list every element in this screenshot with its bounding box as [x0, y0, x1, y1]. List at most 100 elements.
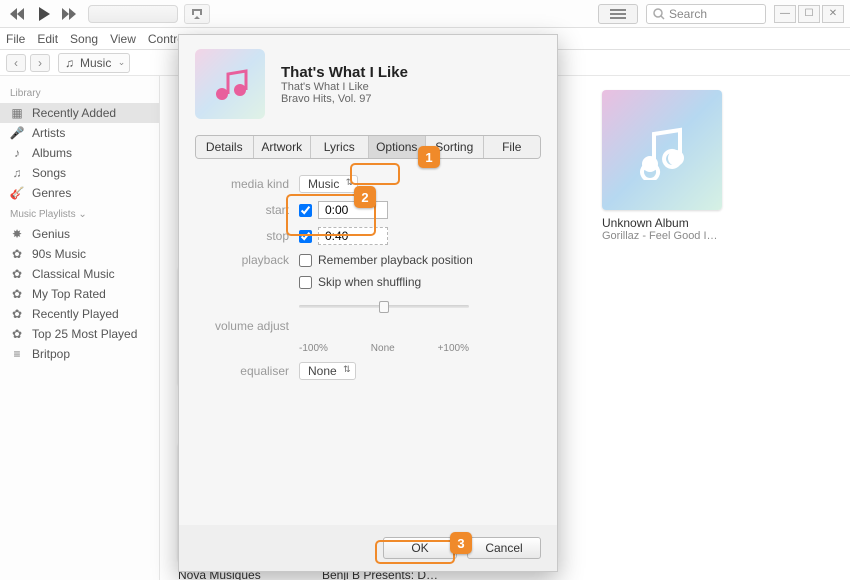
- titlebar: Search — ☐ ✕: [0, 0, 850, 28]
- sidebar: Library ▦ Recently Added 🎤 Artists ♪ Albums…: [0, 76, 160, 580]
- playback-label: playback: [199, 253, 299, 267]
- cancel-button[interactable]: Cancel: [467, 537, 541, 559]
- sidebar-item-label: Albums: [32, 146, 72, 160]
- window-controls: — ☐ ✕: [774, 5, 844, 23]
- sidebar-item-genius[interactable]: ✸ Genius: [0, 224, 159, 244]
- equaliser-value: None: [308, 364, 337, 378]
- note-icon: ♫: [65, 56, 74, 70]
- album-icon: ♪: [10, 146, 24, 160]
- callout-3: 3: [450, 532, 472, 554]
- sidebar-item-recently-played[interactable]: ✿ Recently Played: [0, 304, 159, 324]
- tab-details[interactable]: Details: [196, 136, 254, 158]
- search-input[interactable]: Search: [646, 4, 766, 24]
- stop-label: stop: [199, 229, 299, 243]
- album-card[interactable]: Unknown Album Gorillaz - Feel Good Inc. …: [602, 90, 722, 242]
- sidebar-item-label: Genres: [32, 186, 71, 200]
- back-button[interactable]: ‹: [6, 54, 26, 72]
- minimize-button[interactable]: —: [774, 5, 796, 23]
- callout-1: 1: [418, 146, 440, 168]
- tab-artwork[interactable]: Artwork: [254, 136, 312, 158]
- tab-file[interactable]: File: [484, 136, 541, 158]
- chevron-down-icon: ⌄: [118, 57, 126, 68]
- slider-thumb[interactable]: [379, 301, 389, 313]
- equaliser-select[interactable]: None⇅: [299, 362, 356, 380]
- equaliser-label: equaliser: [199, 364, 299, 378]
- skip-shuffle-label: Skip when shuffling: [318, 275, 421, 289]
- sidebar-library-heading: Library: [0, 82, 159, 103]
- volume-adjust-label: volume adjust: [199, 319, 299, 333]
- menu-file[interactable]: File: [6, 32, 25, 46]
- view-mode-button[interactable]: [598, 4, 638, 24]
- media-type-select[interactable]: ♫ Music ⌄: [58, 53, 130, 73]
- dialog-footer: OK Cancel: [179, 525, 557, 571]
- now-playing-lcd: [88, 5, 178, 23]
- mic-icon: 🎤: [10, 126, 24, 140]
- sidebar-item-classical[interactable]: ✿ Classical Music: [0, 264, 159, 284]
- volume-mid-label: None: [371, 343, 395, 354]
- album-subtitle: Gorillaz - Feel Good Inc. (Offici...: [602, 230, 722, 242]
- media-type-label: Music: [80, 56, 111, 70]
- callout-2: 2: [354, 186, 376, 208]
- prev-button[interactable]: [6, 4, 30, 24]
- sidebar-item-top25[interactable]: ✿ Top 25 Most Played: [0, 324, 159, 344]
- airplay-button[interactable]: [184, 4, 210, 24]
- sidebar-item-artists[interactable]: 🎤 Artists: [0, 123, 159, 143]
- next-button[interactable]: [58, 4, 82, 24]
- dialog-subtitle: That's What I Like: [281, 81, 408, 93]
- volume-slider[interactable]: [299, 297, 469, 321]
- sidebar-item-label: Classical Music: [32, 267, 115, 281]
- sidebar-item-albums[interactable]: ♪ Albums: [0, 143, 159, 163]
- dialog-tabs: Details Artwork Lyrics Options Sorting F…: [195, 135, 541, 159]
- sidebar-item-genres[interactable]: 🎸 Genres: [0, 183, 159, 203]
- sidebar-item-britpop[interactable]: ≡Britpop: [0, 344, 159, 364]
- dialog-album: Bravo Hits, Vol. 97: [281, 93, 408, 105]
- tab-lyrics[interactable]: Lyrics: [311, 136, 369, 158]
- dialog-title: That's What I Like: [281, 64, 408, 81]
- media-kind-label: media kind: [199, 177, 299, 191]
- gear-icon: ✿: [10, 327, 24, 341]
- close-button[interactable]: ✕: [822, 5, 844, 23]
- media-kind-value: Music: [308, 177, 339, 191]
- sidebar-playlists-heading[interactable]: Music Playlists ⌄: [0, 203, 159, 224]
- sidebar-item-songs[interactable]: ♫ Songs: [0, 163, 159, 183]
- sidebar-item-label: Top 25 Most Played: [32, 327, 137, 341]
- sidebar-item-recently-added[interactable]: ▦ Recently Added: [0, 103, 159, 123]
- song-info-dialog: That's What I Like That's What I Like Br…: [178, 34, 558, 572]
- play-button[interactable]: [32, 4, 56, 24]
- chevron-down-icon: ⌄: [78, 209, 86, 220]
- guitar-icon: 🎸: [10, 186, 24, 200]
- forward-button[interactable]: ›: [30, 54, 50, 72]
- sidebar-item-label: Songs: [32, 166, 66, 180]
- maximize-button[interactable]: ☐: [798, 5, 820, 23]
- album-title: Unknown Album: [602, 216, 722, 230]
- album-art: [602, 90, 722, 210]
- gear-icon: ✿: [10, 247, 24, 261]
- search-placeholder: Search: [669, 7, 707, 21]
- grid-icon: ▦: [10, 106, 24, 120]
- menu-song[interactable]: Song: [70, 32, 98, 46]
- gear-icon: ✿: [10, 307, 24, 321]
- sidebar-item-label: Artists: [32, 126, 65, 140]
- sidebar-item-label: 90s Music: [32, 247, 86, 261]
- menu-view[interactable]: View: [110, 32, 136, 46]
- gear-icon: ✿: [10, 287, 24, 301]
- playback-controls: [6, 4, 82, 24]
- callout-ring-3: [375, 540, 455, 564]
- start-label: start: [199, 203, 299, 217]
- volume-max-label: +100%: [438, 343, 469, 354]
- sidebar-item-90s[interactable]: ✿ 90s Music: [0, 244, 159, 264]
- remember-position-checkbox[interactable]: [299, 254, 312, 267]
- skip-shuffle-checkbox[interactable]: [299, 276, 312, 289]
- list-icon: ≡: [10, 347, 24, 361]
- sidebar-item-label: Recently Added: [32, 106, 116, 120]
- note-icon: ♫: [10, 166, 24, 180]
- sidebar-item-top-rated[interactable]: ✿ My Top Rated: [0, 284, 159, 304]
- gear-icon: ✿: [10, 267, 24, 281]
- atom-icon: ✸: [10, 227, 24, 241]
- volume-min-label: -100%: [299, 343, 328, 354]
- sidebar-item-label: My Top Rated: [32, 287, 106, 301]
- menu-edit[interactable]: Edit: [37, 32, 58, 46]
- dialog-header: That's What I Like That's What I Like Br…: [179, 35, 557, 133]
- sidebar-item-label: Recently Played: [32, 307, 119, 321]
- sidebar-item-label: Genius: [32, 227, 70, 241]
